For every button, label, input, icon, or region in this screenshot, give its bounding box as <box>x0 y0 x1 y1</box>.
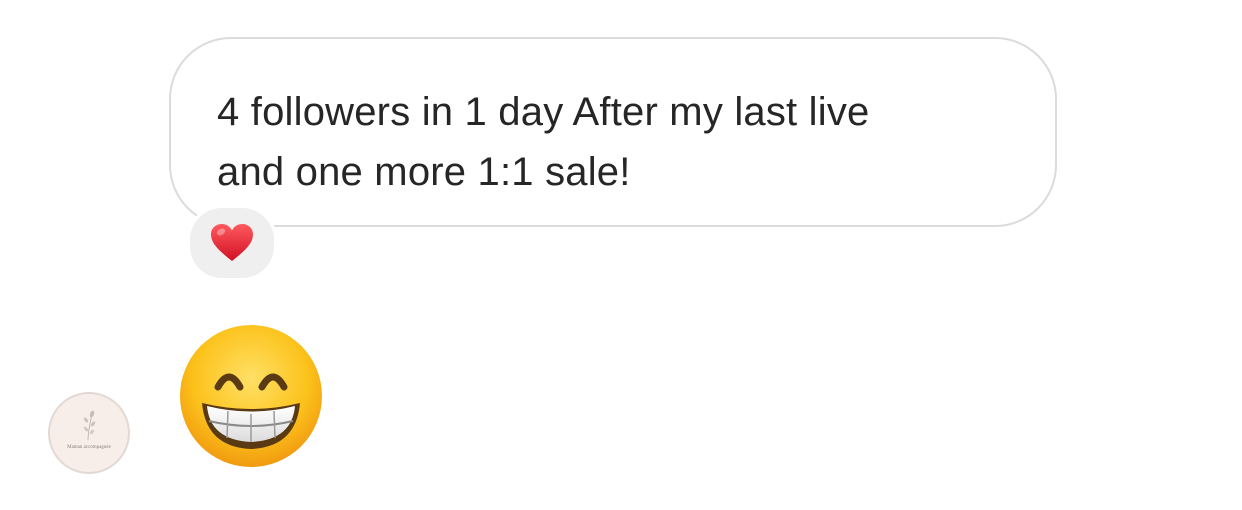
message-bubble[interactable]: 4 followers in 1 day After my last live … <box>169 37 1057 227</box>
grinning-face-with-smiling-eyes-icon <box>180 325 322 467</box>
floral-logo-icon <box>83 410 96 441</box>
red-heart-icon <box>211 224 253 261</box>
emoji-message[interactable] <box>178 323 324 469</box>
message-text: 4 followers in 1 day After my last live … <box>217 90 870 194</box>
avatar[interactable]: Maman accompagnée <box>48 392 130 474</box>
avatar-name: Maman accompagnée <box>67 445 111 450</box>
chat-thread: 4 followers in 1 day After my last live … <box>0 0 1242 510</box>
reaction-badge[interactable] <box>187 205 277 281</box>
